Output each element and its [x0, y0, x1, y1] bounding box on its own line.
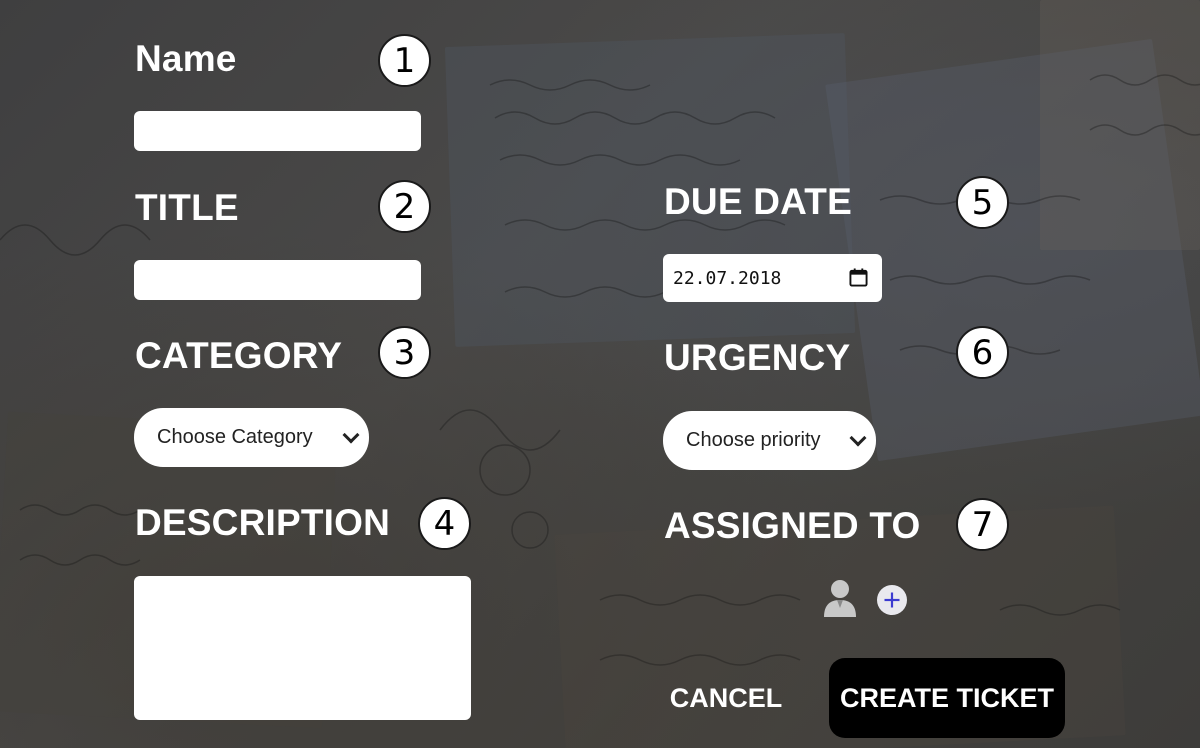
assigned-to-label: ASSIGNED TO	[664, 505, 921, 546]
urgency-select[interactable]: Choose priority	[663, 411, 876, 470]
urgency-label: URGENCY	[664, 337, 851, 378]
due-date-input[interactable]: 22.07.2018	[663, 254, 882, 302]
user-icon[interactable]	[822, 578, 858, 618]
create-ticket-button[interactable]: CREATE TICKET	[829, 658, 1065, 738]
description-textarea[interactable]	[134, 576, 471, 720]
category-label: CATEGORY	[135, 335, 343, 376]
title-label: TITLE	[135, 187, 239, 228]
step-badge-5: 5	[956, 176, 1009, 229]
cancel-button[interactable]: CANCEL	[660, 678, 792, 718]
calendar-icon[interactable]	[849, 268, 868, 287]
chevron-down-icon	[849, 429, 867, 446]
name-label: Name	[135, 38, 237, 79]
title-input[interactable]	[134, 260, 421, 300]
step-badge-7: 7	[956, 498, 1009, 551]
category-select-value: Choose Category	[157, 426, 313, 448]
chevron-down-icon	[342, 426, 360, 443]
name-input[interactable]	[134, 111, 421, 151]
urgency-select-value: Choose priority	[686, 429, 821, 451]
add-circle-icon[interactable]	[876, 584, 908, 616]
step-badge-4: 4	[418, 497, 471, 550]
category-select[interactable]: Choose Category	[134, 408, 369, 467]
step-badge-3: 3	[378, 326, 431, 379]
due-date-value: 22.07.2018	[673, 267, 782, 289]
description-label: DESCRIPTION	[135, 502, 391, 543]
step-badge-1: 1	[378, 34, 431, 87]
step-badge-6: 6	[956, 326, 1009, 379]
due-date-label: DUE DATE	[664, 181, 852, 222]
step-badge-2: 2	[378, 180, 431, 233]
